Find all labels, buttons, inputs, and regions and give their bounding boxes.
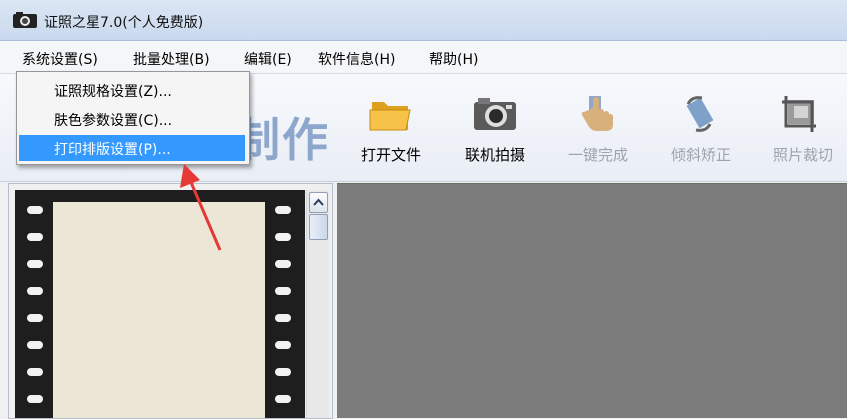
menu-bar: 系统设置(S) 批量处理(B) 编辑(E) 软件信息(H) 帮助(H) — [0, 41, 847, 74]
tilt-correction-label: 倾斜矫正 — [670, 146, 731, 164]
crop-icon — [782, 96, 816, 132]
title-bar: 证照之星7.0(个人免费版) — [0, 0, 847, 41]
sprocket-hole — [275, 287, 291, 295]
sprocket-hole — [275, 206, 291, 214]
photo-crop-label: 照片裁切 — [772, 146, 833, 164]
scroll-up-button[interactable] — [309, 192, 328, 213]
photo-thumbnail-slot[interactable] — [53, 202, 265, 418]
open-file-label: 打开文件 — [360, 146, 421, 164]
sprocket-hole — [27, 260, 43, 268]
one-click-complete-label: 一键完成 — [567, 146, 628, 164]
sprocket-hole — [27, 395, 43, 403]
menu-item-id-photo-spec[interactable]: 证照规格设置(Z)... — [19, 77, 245, 103]
sprocket-hole — [27, 341, 43, 349]
sprocket-hole — [275, 341, 291, 349]
hand-click-icon — [581, 96, 613, 131]
sprocket-hole — [27, 368, 43, 376]
menu-edit[interactable]: 编辑(E) — [244, 49, 292, 69]
system-settings-dropdown: 证照规格设置(Z)... 肤色参数设置(C)... 打印排版设置(P)... — [16, 71, 250, 165]
annotation-arrow-icon — [180, 164, 222, 251]
tilt-correction-button[interactable]: 倾斜矫正 — [656, 94, 746, 174]
thumbnail-panel — [8, 183, 333, 419]
window-title: 证照之星7.0(个人免费版) — [44, 15, 204, 31]
open-file-button[interactable]: 打开文件 — [346, 94, 436, 174]
rotate-icon — [686, 96, 714, 132]
sprocket-hole — [27, 287, 43, 295]
filmstrip — [15, 190, 305, 418]
menu-item-skin-color-params[interactable]: 肤色参数设置(C)... — [19, 106, 245, 132]
scroll-thumb[interactable] — [309, 214, 328, 240]
sprocket-hole — [275, 314, 291, 322]
sprocket-hole — [275, 260, 291, 268]
folder-open-icon — [369, 102, 411, 131]
main-preview-area[interactable] — [337, 183, 847, 418]
sprocket-hole — [27, 206, 43, 214]
menu-batch-processing[interactable]: 批量处理(B) — [133, 49, 210, 69]
camera-capture-button[interactable]: 联机拍摄 — [450, 94, 540, 174]
camera-icon — [474, 98, 516, 130]
menu-help[interactable]: 帮助(H) — [429, 49, 478, 69]
sprocket-hole — [27, 314, 43, 322]
sprocket-hole — [27, 233, 43, 241]
sprocket-hole — [275, 368, 291, 376]
chevron-up-icon — [313, 198, 324, 206]
camera-capture-label: 联机拍摄 — [464, 146, 525, 164]
thumbnail-scrollbar[interactable] — [306, 190, 329, 418]
photo-crop-button[interactable]: 照片裁切 — [758, 94, 847, 174]
sprocket-hole — [275, 233, 291, 241]
menu-system-settings[interactable]: 系统设置(S) — [22, 49, 98, 69]
one-click-complete-button[interactable]: 一键完成 — [553, 94, 643, 174]
menu-software-info[interactable]: 软件信息(H) — [318, 49, 395, 69]
sprocket-hole — [275, 395, 291, 403]
camera-app-icon — [13, 12, 37, 28]
